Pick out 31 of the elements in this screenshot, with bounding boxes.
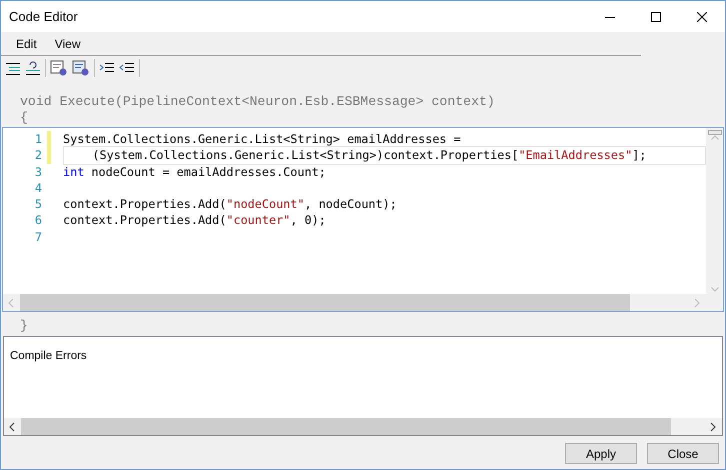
- code-editor[interactable]: [2, 127, 724, 312]
- code-line: int nodeCount = emailAddresses.Count;: [63, 164, 326, 179]
- close-icon: [697, 12, 707, 22]
- line-number: 4: [34, 180, 43, 196]
- line-number: 3: [34, 164, 43, 180]
- indent-icon[interactable]: [99, 61, 115, 75]
- code-line: context.Properties.Add("nodeCount", nodeCount);: [63, 197, 397, 212]
- dialog-button[interactable]: Apply: [565, 443, 637, 464]
- line-number: 2: [34, 147, 43, 164]
- undo-list-icon[interactable]: [25, 61, 41, 75]
- code-line: System.Collections.Generic.List<String> emailAddresses =: [63, 132, 461, 146]
- outdent-icon[interactable]: [119, 61, 135, 75]
- maximize-icon: [651, 12, 661, 22]
- menu-item[interactable]: View: [46, 34, 90, 52]
- vertical-scrollbar[interactable]: [706, 128, 723, 294]
- line-number: 5: [34, 196, 43, 212]
- menu-item[interactable]: Edit: [7, 34, 46, 52]
- method-signature: void Execute(PipelineContext<Neuron.Esb.ESBMessage> context): [20, 94, 495, 110]
- panel-label: Compile Errors: [10, 350, 87, 362]
- brace: }: [20, 318, 28, 334]
- splitter-handle[interactable]: [708, 130, 722, 135]
- list-icon[interactable]: [5, 61, 21, 75]
- code-line: context.Properties.Add("counter", 0);: [63, 213, 326, 228]
- line-number: 7: [34, 228, 43, 246]
- dialog-button[interactable]: Close: [647, 443, 719, 464]
- brace: {: [20, 110, 28, 126]
- code-line: (System.Collections.Generic.List<String>)context.Properties["EmailAddresses"];: [91, 148, 646, 162]
- window-title: Code Editor: [9, 8, 78, 26]
- horizontal-scrollbar[interactable]: [4, 418, 722, 435]
- line-number: 1: [34, 131, 43, 148]
- line-number: 6: [34, 212, 43, 229]
